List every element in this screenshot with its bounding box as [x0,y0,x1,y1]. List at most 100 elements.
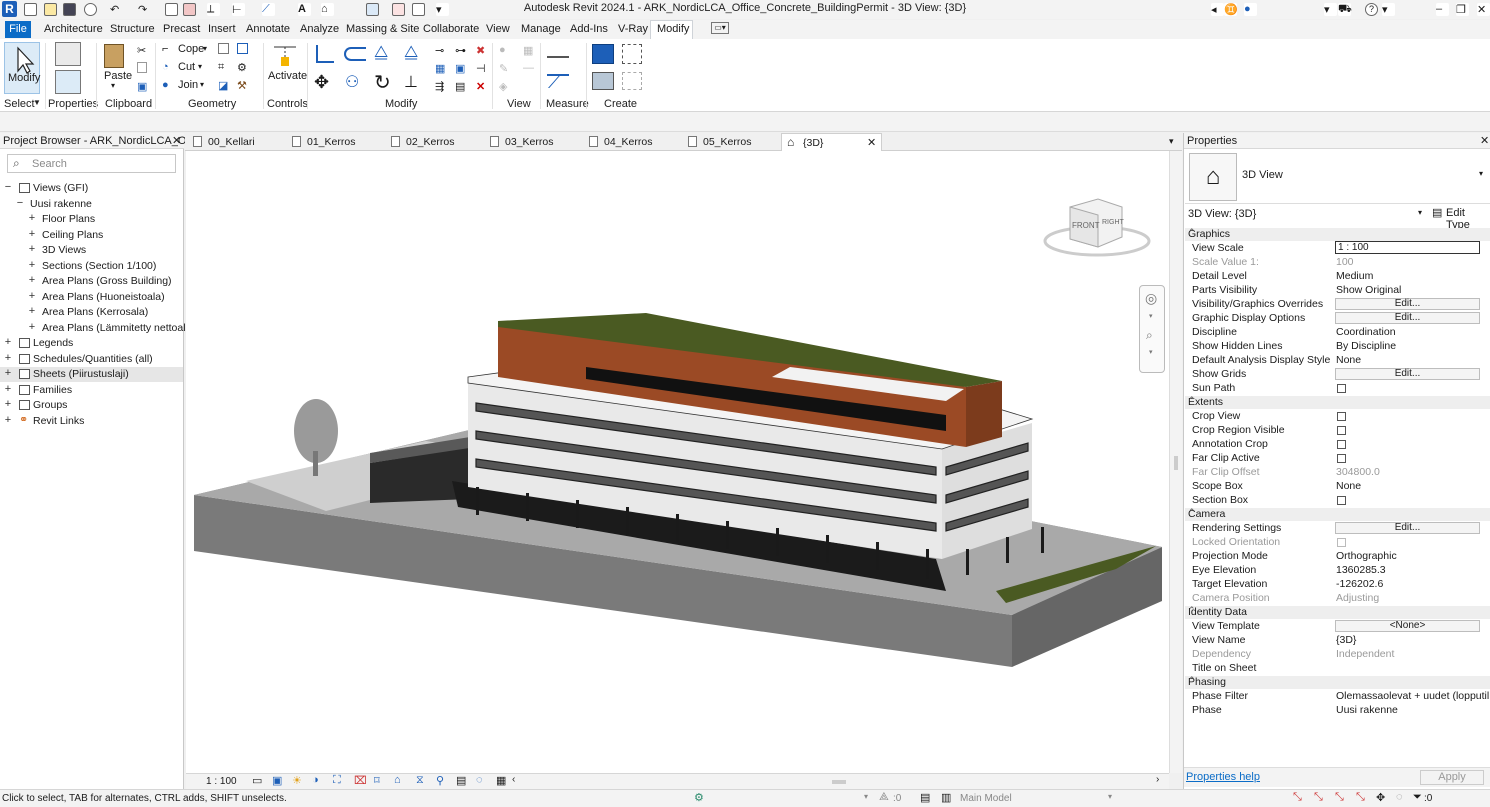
tree-item[interactable]: + Sheets (Piirustuslaji) [0,367,183,382]
close-window-icon[interactable]: ✕ [1477,3,1490,16]
view-scale-input[interactable]: 1 : 100 [1335,241,1480,254]
view-toggle-icon[interactable]: — [523,62,537,76]
copy-element-icon[interactable]: ⚇ [345,72,359,91]
unpin-icon[interactable]: ✖ [476,44,490,58]
join-dropdown-icon[interactable]: ▾ [200,80,204,89]
tree-item[interactable]: + Area Plans (Lämmitetty nettoala) [0,321,195,336]
scrollbar-thumb[interactable] [1174,456,1178,470]
select-links-icon[interactable]: ⤡ [1293,791,1302,804]
trim-multiple-icon[interactable]: ⇶ [435,80,449,94]
offset-icon[interactable] [344,47,366,61]
project-browser-search[interactable]: ⌕ Search [7,154,176,173]
type-dropdown-icon[interactable]: ▾ [1479,169,1483,178]
expand-icon[interactable]: + [28,228,36,240]
tab-vray[interactable]: V-Ray [618,23,648,35]
crop-view-checkbox[interactable] [1337,412,1346,421]
trim-extend-icon[interactable]: ⊥ [404,72,418,91]
visual-style-icon[interactable]: ▣ [272,774,282,787]
help-dropdown-icon[interactable]: ▾ [1382,3,1395,16]
expand-icon[interactable]: + [28,243,36,255]
cut-geometry-icon[interactable]: ◔ [162,61,176,75]
horizontal-scrollbar[interactable] [832,780,846,784]
mirror-axis-icon[interactable]: ⧋ [374,44,388,61]
phase-filter-value[interactable]: Olemassaolevat + uudet (lopputil... [1336,690,1490,702]
expand-icon[interactable]: + [28,321,36,333]
tab-3d[interactable]: ⌂ {3D} ✕ [781,133,882,151]
temp-hide-icon[interactable]: ⧖ [416,774,424,787]
tree-item[interactable]: +3D Views [0,243,183,258]
demolish-icon[interactable]: ⚒ [237,79,251,93]
linework-icon[interactable]: ◈ [499,80,513,94]
discipline-value[interactable]: Coordination [1336,326,1396,338]
create-assembly-icon[interactable] [592,44,614,64]
design-options-list-icon[interactable]: ▥ [941,791,951,804]
group-phasing[interactable]: Phasing ⌃ [1185,675,1490,689]
hidden-lines-value[interactable]: By Discipline [1336,340,1396,352]
projection-value[interactable]: Orthographic [1336,550,1397,562]
rotate-icon[interactable]: ↻ [374,70,391,94]
view-cube-front[interactable]: FRONT [1072,221,1100,230]
expand-icon[interactable]: + [28,212,36,224]
join-roof-icon[interactable]: ◪ [218,79,232,93]
scope-box-value[interactable]: None [1336,480,1361,492]
tab-03-kerros[interactable]: 03_Kerros [484,133,584,151]
expand-icon[interactable]: + [4,414,12,426]
activate-label[interactable]: Activate [268,70,307,82]
join-icon[interactable]: ● [162,79,176,93]
detail-level-icon[interactable]: ▭ [252,774,262,787]
hide-in-view-icon[interactable]: ● [499,44,513,58]
close-tab-icon[interactable]: ✕ [867,136,876,149]
expand-icon[interactable]: + [4,383,12,395]
wall-joins-icon[interactable]: ⌗ [218,61,232,75]
group-graphics[interactable]: Graphics ⌃ [1185,227,1490,241]
select-by-face-icon[interactable]: ⤡ [1356,791,1365,804]
panel-select[interactable]: Select [4,98,35,110]
tree-item[interactable]: + Area Plans (Huoneistoala) [0,290,183,305]
properties-help-link[interactable]: Properties help [1186,771,1260,783]
split-icon[interactable]: ⊸ [435,44,449,58]
group-camera[interactable]: Camera ⌃ [1185,507,1490,521]
expand-icon[interactable]: + [28,259,36,271]
paste-dropdown-icon[interactable]: ▾ [111,81,115,90]
render-icon[interactable]: ⛶ [333,774,341,787]
tab-05-kerros[interactable]: 05_Kerros [682,133,782,151]
cope-icon[interactable]: ⌐ [162,43,176,57]
tab-modify[interactable]: Modify [657,23,689,35]
split-face-icon[interactable] [218,43,229,54]
properties-icon[interactable] [55,42,81,66]
collapse-icon[interactable]: ⌃ [1188,507,1486,518]
tab-collaborate[interactable]: Collaborate [423,23,479,35]
rendering-edit-button[interactable]: Edit... [1335,522,1480,534]
tab-analyze[interactable]: Analyze [300,23,339,35]
expand-icon[interactable]: + [4,352,12,364]
crop-region-icon[interactable]: ⌑ [374,774,380,787]
expand-icon[interactable]: + [28,274,36,286]
tabs-overflow-icon[interactable]: ▾ [1169,136,1174,147]
crop-region-checkbox[interactable] [1337,426,1346,435]
annotation-crop-checkbox[interactable] [1337,440,1346,449]
reveal-hidden-icon[interactable]: ⚲ [436,774,444,787]
move-icon[interactable]: ✥ [314,72,329,92]
tree-item[interactable]: + Area Plans (Kerrosala) [0,305,183,320]
paint-icon[interactable] [237,43,248,54]
type-selector[interactable]: ⌂ 3D View ▾ [1185,150,1490,204]
section-box-checkbox[interactable] [1337,496,1346,505]
view-cube[interactable]: FRONT RIGHT [1042,197,1152,267]
pin-icon[interactable]: ⊣ [476,62,490,76]
model-dropdown-icon[interactable]: ▾ [1108,792,1112,801]
scale-icon[interactable]: ▣ [455,62,469,76]
show-grids-edit-button[interactable]: Edit... [1335,368,1480,380]
expand-icon[interactable]: + [28,305,36,317]
cope-dropdown-icon[interactable]: ▾ [203,44,207,53]
target-elevation-value[interactable]: -126202.6 [1336,578,1383,590]
select-pinned-icon[interactable]: ⤡ [1335,791,1344,804]
modify-tool-button[interactable]: Modify [4,42,40,94]
panel-toggle-icon[interactable]: ▭▾ [711,22,729,34]
tab-02-kerros[interactable]: 02_Kerros [385,133,485,151]
cope-label[interactable]: Cope [178,43,204,55]
match-properties-icon[interactable]: ▣ [137,80,151,94]
similar-icon[interactable] [622,72,642,90]
analysis-style-value[interactable]: None [1336,354,1361,366]
apply-button[interactable]: Apply [1420,770,1484,785]
create-group-icon[interactable] [592,72,614,90]
